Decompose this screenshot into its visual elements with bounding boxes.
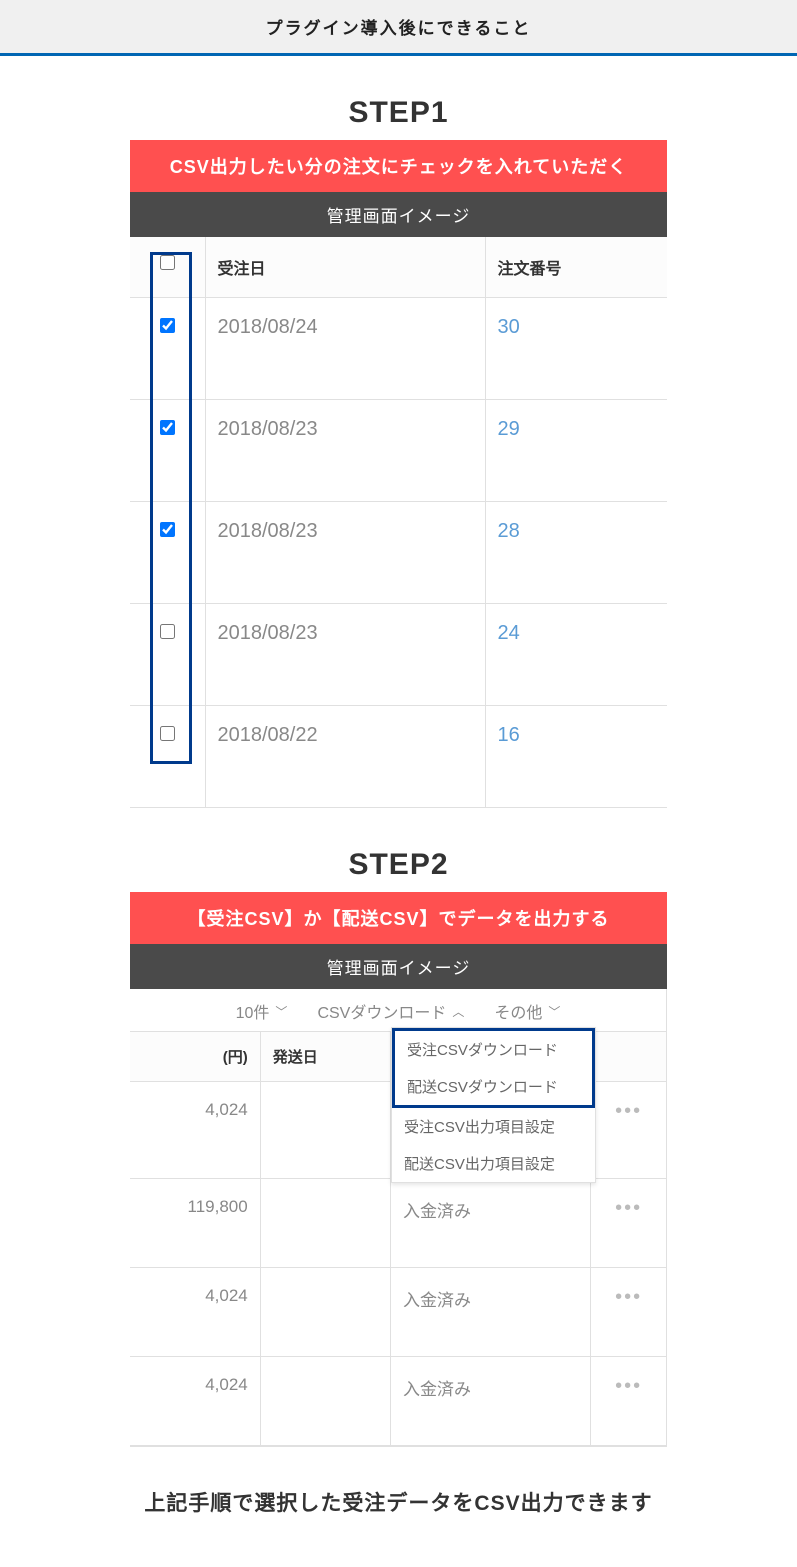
more-actions-icon[interactable]: •••: [591, 1179, 666, 1268]
perpage-dropdown[interactable]: 10件 ﹀: [236, 999, 288, 1023]
chevron-up-icon: ︿: [452, 1003, 464, 1020]
shipdate-cell: [260, 1357, 390, 1446]
perpage-label: 10件: [236, 999, 270, 1023]
header-checkbox-cell: [130, 237, 205, 298]
row-checkbox[interactable]: [160, 726, 175, 741]
status-cell: 入金済み: [390, 1357, 590, 1446]
table-row: 2018/08/23 28: [130, 502, 667, 604]
status-cell: 入金済み: [390, 1268, 590, 1357]
step1-title: STEP1: [130, 96, 667, 130]
status-cell: 入金済み: [390, 1179, 590, 1268]
toolbar: 10件 ﹀ CSVダウンロード ︿ その他 ﹀ 受注CSVダウンロード 配送CS…: [130, 989, 666, 1032]
shipdate-cell: [260, 1179, 390, 1268]
chevron-down-icon: ﹀: [548, 1003, 560, 1020]
dropdown-option-ship-csv-settings[interactable]: 配送CSV出力項目設定: [392, 1145, 595, 1182]
step1-caption: 管理画面イメージ: [130, 192, 667, 237]
select-all-checkbox[interactable]: [160, 255, 175, 270]
top-banner: プラグイン導入後にできること: [0, 0, 797, 56]
dropdown-option-order-csv-settings[interactable]: 受注CSV出力項目設定: [392, 1108, 595, 1145]
order-date: 2018/08/22: [205, 706, 485, 808]
table-row: 119,800 入金済み •••: [130, 1179, 666, 1268]
more-actions-icon[interactable]: •••: [591, 1357, 666, 1446]
dropdown-option-ship-csv-download[interactable]: 配送CSVダウンロード: [395, 1068, 592, 1105]
chevron-down-icon: ﹀: [275, 1003, 287, 1020]
dropdown-option-order-csv-download[interactable]: 受注CSVダウンロード: [395, 1031, 592, 1068]
other-dropdown[interactable]: その他 ﹀: [494, 999, 560, 1023]
amount-cell: 4,024: [130, 1082, 260, 1179]
amount-cell: 4,024: [130, 1357, 260, 1446]
table-row: 4,024 入金済み •••: [130, 1357, 666, 1446]
csv-dropdown-menu: 受注CSVダウンロード 配送CSVダウンロード 受注CSV出力項目設定 配送CS…: [391, 1027, 596, 1183]
shipdate-cell: [260, 1268, 390, 1357]
header-shipdate: 発送日: [260, 1032, 390, 1082]
order-link[interactable]: 29: [498, 418, 520, 440]
order-link[interactable]: 28: [498, 520, 520, 542]
amount-cell: 119,800: [130, 1179, 260, 1268]
step2-instruction: 【受注CSV】か【配送CSV】でデータを出力する: [130, 892, 667, 944]
order-link[interactable]: 16: [498, 724, 520, 746]
more-actions-icon[interactable]: •••: [591, 1268, 666, 1357]
table-row: 2018/08/24 30: [130, 298, 667, 400]
row-checkbox[interactable]: [160, 522, 175, 537]
step2-caption: 管理画面イメージ: [130, 944, 667, 989]
header-actions: [591, 1032, 666, 1082]
table-row: 2018/08/23 29: [130, 400, 667, 502]
summary-note: 上記手順で選択した受注データをCSV出力できます: [130, 1487, 667, 1517]
header-amount: (円): [130, 1032, 260, 1082]
row-checkbox[interactable]: [160, 624, 175, 639]
more-actions-icon[interactable]: •••: [591, 1082, 666, 1179]
order-link[interactable]: 24: [498, 622, 520, 644]
order-date: 2018/08/23: [205, 502, 485, 604]
table-row: 2018/08/22 16: [130, 706, 667, 808]
orders-table: 受注日 注文番号 2018/08/24 30 2018/08/23 29 20: [130, 237, 667, 808]
order-date: 2018/08/23: [205, 400, 485, 502]
row-checkbox[interactable]: [160, 318, 175, 333]
step1-instruction: CSV出力したい分の注文にチェックを入れていただく: [130, 140, 667, 192]
order-link[interactable]: 30: [498, 316, 520, 338]
other-label: その他: [494, 999, 542, 1023]
table-row: 2018/08/23 24: [130, 604, 667, 706]
csv-download-highlight: 受注CSVダウンロード 配送CSVダウンロード: [392, 1028, 595, 1108]
table-row: 4,024 入金済み •••: [130, 1268, 666, 1357]
header-date: 受注日: [205, 237, 485, 298]
row-checkbox[interactable]: [160, 420, 175, 435]
order-date: 2018/08/24: [205, 298, 485, 400]
shipdate-cell: [260, 1082, 390, 1179]
csv-label: CSVダウンロード: [317, 999, 446, 1023]
order-date: 2018/08/23: [205, 604, 485, 706]
csv-download-dropdown[interactable]: CSVダウンロード ︿: [317, 999, 464, 1023]
amount-cell: 4,024: [130, 1268, 260, 1357]
step2-title: STEP2: [130, 848, 667, 882]
header-ordernum: 注文番号: [485, 237, 667, 298]
